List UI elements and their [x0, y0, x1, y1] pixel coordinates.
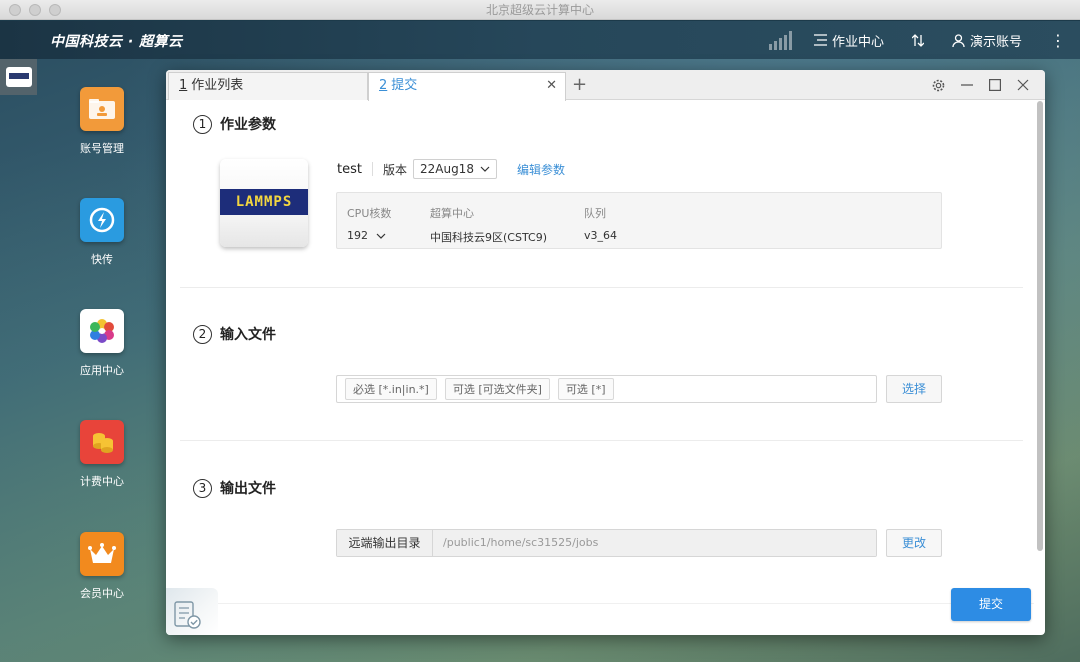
dock-member-center[interactable]: 会员中心 — [70, 532, 134, 601]
dock-label: 账号管理 — [80, 142, 124, 155]
crown-icon — [80, 532, 124, 576]
dock-billing-center[interactable]: 计费中心 — [70, 420, 134, 489]
optional-folder-chip[interactable]: 可选 [可选文件夹] — [444, 378, 550, 400]
center-field: 超算中心 中国科技云9区(CSTC9) — [430, 205, 547, 245]
chevron-down-icon — [480, 166, 490, 172]
cpu-select[interactable]: 192 — [347, 229, 391, 242]
submit-form: 1 作业参数 LAMMPS test 版本 22Aug18 编辑参数 CPU核数… — [166, 101, 1034, 635]
lammps-taskbar-icon[interactable] — [6, 67, 32, 87]
chevron-down-icon — [376, 233, 386, 239]
close-dot[interactable] — [9, 4, 21, 16]
job-center-button[interactable]: 作业中心 — [813, 31, 884, 50]
left-rail — [0, 59, 37, 95]
tab-number: 1 — [179, 78, 188, 93]
queue-field: 队列 v3_64 — [584, 205, 617, 242]
change-output-button[interactable]: 更改 — [886, 529, 942, 557]
top-bar: 中国科技云 · 超算云 作业中心 演示账号 ⋮ — [0, 21, 1080, 59]
dock-label: 会员中心 — [80, 587, 124, 600]
close-icon[interactable] — [1017, 79, 1029, 91]
account-label: 演示账号 — [969, 34, 1022, 50]
input-files-field[interactable]: 必选 [*.in|in.*] 可选 [可选文件夹] 可选 [*] — [336, 375, 877, 403]
lightning-icon — [80, 198, 124, 242]
os-window-title: 北京超级云计算中心 — [485, 3, 594, 17]
zoom-dot[interactable] — [49, 4, 61, 16]
center-label: 超算中心 — [430, 207, 474, 220]
tab-label: 作业列表 — [191, 78, 244, 93]
required-file-chip[interactable]: 必选 [*.in|in.*] — [345, 378, 437, 400]
step-number: 1 — [193, 114, 212, 134]
section-output-title: 3 输出文件 — [193, 478, 276, 498]
submit-button[interactable]: 提交 — [951, 588, 1031, 621]
version-label: 版本 — [382, 162, 407, 177]
step-number: 3 — [193, 478, 212, 498]
more-icon[interactable]: ⋮ — [1050, 31, 1066, 50]
pinwheel-icon — [80, 309, 124, 353]
version-select[interactable]: 22Aug18 — [412, 159, 497, 179]
job-info-box: CPU核数 192 超算中心 中国科技云9区(CSTC9) 队列 v3_64 — [336, 192, 942, 249]
close-tab-icon[interactable]: ✕ — [546, 73, 557, 99]
dock-app-center[interactable]: 应用中心 — [70, 309, 134, 378]
step-number: 2 — [193, 324, 212, 344]
tab-submit[interactable]: 2 提交 ✕ — [368, 72, 566, 101]
section-title-text: 作业参数 — [220, 117, 276, 133]
section-divider — [180, 440, 1023, 441]
transfer-arrows-icon — [911, 33, 924, 47]
add-tab-icon[interactable]: + — [572, 73, 587, 97]
cpu-value: 192 — [347, 229, 368, 242]
job-center-label: 作业中心 — [831, 34, 884, 50]
cpu-label: CPU核数 — [347, 207, 392, 220]
user-icon — [952, 33, 965, 47]
minimize-icon[interactable] — [961, 79, 973, 91]
job-name: test — [337, 161, 362, 177]
settings-icon[interactable] — [932, 79, 945, 92]
maximize-icon[interactable] — [989, 79, 1001, 91]
job-submit-window: 1 作业列表 2 提交 ✕ + 1 作业参数 LAMMPS test 版本 22… — [166, 70, 1045, 635]
output-dir-path: /public1/home/sc31525/jobs — [433, 530, 876, 556]
section-params-title: 1 作业参数 — [193, 114, 276, 134]
minimize-dot[interactable] — [29, 4, 41, 16]
select-files-button[interactable]: 选择 — [886, 375, 942, 403]
tab-bar: 1 作业列表 2 提交 ✕ + — [166, 70, 1045, 101]
account-button[interactable]: 演示账号 — [952, 31, 1022, 50]
version-value: 22Aug18 — [419, 162, 474, 176]
section-title-text: 输出文件 — [220, 481, 276, 497]
lammps-app-tile: LAMMPS — [220, 159, 308, 247]
section-divider — [180, 287, 1023, 288]
tab-job-list[interactable]: 1 作业列表 — [168, 72, 368, 100]
dock-quick-transfer[interactable]: 快传 — [70, 198, 134, 267]
footer-divider — [166, 603, 1034, 604]
transfer-button[interactable] — [911, 33, 924, 47]
os-title-bar: 北京超级云计算中心 — [0, 0, 1080, 20]
dock-label: 快传 — [91, 253, 113, 266]
tab-number: 2 — [379, 78, 388, 93]
edit-params-link[interactable]: 编辑参数 — [517, 161, 565, 178]
scrollbar[interactable] — [1037, 101, 1043, 551]
output-dir-label: 远端输出目录 — [337, 530, 433, 556]
center-value: 中国科技云9区(CSTC9) — [430, 231, 547, 244]
section-input-title: 2 输入文件 — [193, 324, 276, 344]
tab-label: 提交 — [391, 78, 418, 93]
divider — [371, 162, 373, 176]
document-check-icon[interactable] — [166, 588, 218, 635]
coins-icon — [80, 420, 124, 464]
dock-label: 计费中心 — [80, 475, 124, 488]
list-icon — [813, 34, 827, 46]
optional-file-chip[interactable]: 可选 [*] — [557, 378, 614, 400]
signal-icon — [768, 30, 792, 50]
folder-user-icon — [80, 87, 124, 131]
section-title-text: 输入文件 — [220, 327, 276, 343]
job-header-line: test 版本 22Aug18 编辑参数 — [337, 159, 565, 179]
dock-label: 应用中心 — [80, 364, 124, 377]
brand-logo: 中国科技云 · 超算云 — [50, 34, 183, 50]
output-dir-field: 远端输出目录 /public1/home/sc31525/jobs — [336, 529, 877, 557]
dock-account-management[interactable]: 账号管理 — [70, 87, 134, 156]
queue-label: 队列 — [584, 207, 606, 220]
window-traffic-lights[interactable] — [9, 4, 61, 16]
lammps-logo: LAMMPS — [220, 189, 308, 215]
cpu-field: CPU核数 192 — [347, 205, 391, 242]
queue-value: v3_64 — [584, 229, 618, 242]
